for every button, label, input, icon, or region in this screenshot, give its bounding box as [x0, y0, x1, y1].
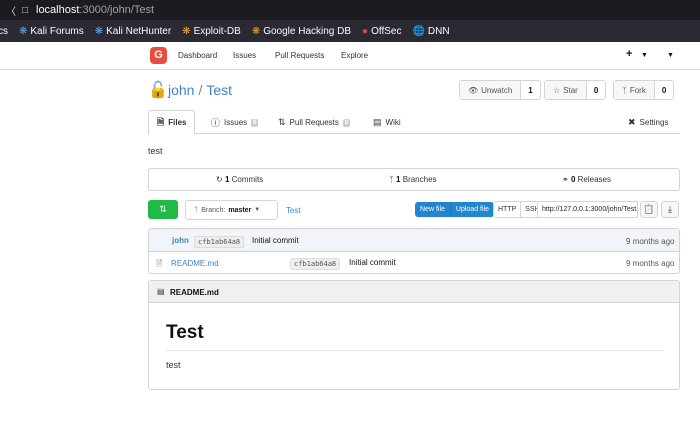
- download-icon: ⤓: [668, 204, 672, 214]
- tab-pull-requests[interactable]: ⇅ Pull Requests 0: [278, 110, 351, 135]
- globe-icon: 🌐: [412, 25, 425, 37]
- tab-settings[interactable]: ✖ Settings: [628, 110, 668, 135]
- bookmarks-bar: cs ❋ Kali Forums ❋ Kali NetHunter ❋ Exploit…: [0, 20, 700, 42]
- upload-file-button[interactable]: Upload file: [449, 202, 494, 217]
- bookmark-exploit-db[interactable]: ❋ Exploit-DB: [182, 26, 241, 37]
- bookmark-offsec[interactable]: ● OffSec: [362, 26, 401, 37]
- branches-stat[interactable]: ᛉ 1 Branches: [389, 175, 437, 184]
- fork-icon: ᛉ: [622, 85, 627, 95]
- clone-url-input[interactable]: http://127.0.0.1:3000/john/Test.git: [537, 201, 638, 218]
- file-commit-sha-link[interactable]: cfb1ab64a8: [290, 258, 341, 270]
- lock-icon: 🔓: [148, 82, 168, 99]
- pull-request-icon: ⇅: [278, 117, 286, 127]
- file-name-link[interactable]: README.md: [171, 259, 219, 268]
- gogs-logo[interactable]: G: [150, 47, 167, 64]
- kali-icon: ❋: [19, 25, 28, 37]
- fork-button[interactable]: ᛉ Fork: [614, 81, 654, 99]
- compare-icon: ⇅: [159, 204, 167, 214]
- eye-icon: 👁: [468, 85, 479, 95]
- file-commit-message[interactable]: Initial commit: [349, 258, 396, 267]
- star-icon: ☆: [553, 85, 561, 95]
- readme-divider: [166, 350, 663, 351]
- list-icon: ▤: [157, 287, 165, 296]
- url-text[interactable]: localhost:3000/john/Test: [36, 4, 154, 16]
- star-button-group[interactable]: ☆ Star 0: [544, 80, 607, 100]
- readme-body: test: [166, 360, 181, 370]
- branch-icon: ᛉ: [194, 206, 199, 214]
- http-button[interactable]: HTTP: [494, 202, 520, 217]
- tag-icon: ⚭: [562, 175, 569, 184]
- download-button[interactable]: ⤓: [661, 201, 679, 218]
- repo-name-link[interactable]: Test: [206, 82, 232, 98]
- bookmark-kali-nethunter[interactable]: ❋ Kali NetHunter: [95, 26, 171, 37]
- fork-count[interactable]: 0: [653, 81, 673, 99]
- offsec-icon: ●: [362, 25, 369, 37]
- history-icon: ↻: [216, 175, 223, 184]
- repo-title-separator: /: [198, 82, 203, 98]
- page-icon: □: [21, 4, 29, 16]
- chevron-down-icon: ▼: [254, 207, 261, 213]
- nav-issues[interactable]: Issues: [233, 51, 256, 60]
- star-count[interactable]: 0: [585, 81, 605, 99]
- commit-author-link[interactable]: john: [172, 236, 189, 245]
- nav-explore[interactable]: Explore: [341, 51, 368, 60]
- bookmark-cs[interactable]: cs: [0, 26, 8, 37]
- exploit-icon: ❋: [182, 25, 191, 37]
- create-new-button[interactable]: +: [626, 48, 632, 60]
- compare-pull-button[interactable]: ⇅: [148, 200, 178, 219]
- book-icon: ▤: [373, 117, 382, 127]
- commit-time: 9 months ago: [626, 237, 675, 246]
- branch-dropdown[interactable]: ᛉ Branch: master ▼: [185, 200, 278, 220]
- back-icon[interactable]: 〈: [4, 3, 18, 18]
- user-menu-chevron-down-icon[interactable]: ▼: [667, 52, 674, 59]
- issues-count-badge: 0: [251, 118, 259, 127]
- repo-title: john / Test: [168, 82, 232, 98]
- bookmark-dnn[interactable]: 🌐 DNN: [412, 26, 449, 37]
- fork-button-group[interactable]: ᛉ Fork 0: [613, 80, 675, 100]
- repo-owner-link[interactable]: john: [168, 82, 194, 98]
- tab-issues[interactable]: ⓘ Issues 0: [211, 110, 259, 135]
- pulls-count-badge: 0: [342, 118, 351, 127]
- browser-url-bar[interactable]: 〈 □ localhost:3000/john/Test: [0, 0, 700, 20]
- ghdb-icon: ❋: [251, 25, 261, 37]
- bookmark-kali-forums[interactable]: ❋ Kali Forums: [19, 26, 84, 37]
- readme-header: [149, 281, 679, 303]
- commits-stat[interactable]: ↻ 1 Commits: [216, 175, 263, 184]
- commit-message[interactable]: Initial commit: [252, 236, 299, 245]
- issue-icon: ⓘ: [211, 118, 221, 128]
- settings-icon: ✖: [628, 117, 636, 127]
- commit-sha-link[interactable]: cfb1ab64a8: [194, 236, 245, 248]
- file-icon: 🗎: [156, 259, 163, 268]
- unwatch-button[interactable]: 👁 Unwatch: [460, 81, 521, 99]
- new-file-button[interactable]: New file: [415, 202, 450, 217]
- watch-button-group[interactable]: 👁 Unwatch 1: [459, 80, 541, 100]
- breadcrumb[interactable]: Test: [286, 206, 301, 215]
- nav-dashboard[interactable]: Dashboard: [178, 51, 217, 60]
- readme-filename: README.md: [170, 288, 219, 297]
- tab-wiki[interactable]: ▤ Wiki: [373, 110, 401, 135]
- file-icon: 🗎: [157, 116, 165, 127]
- readme-heading: Test: [166, 322, 204, 343]
- nav-pull-requests[interactable]: Pull Requests: [275, 51, 324, 60]
- branch-icon: ᛉ: [389, 175, 394, 184]
- bookmark-google-hacking-db[interactable]: ❋ Google Hacking DB: [252, 26, 351, 37]
- file-commit-time: 9 months ago: [626, 259, 675, 268]
- releases-stat[interactable]: ⚭ 0 Releases: [562, 175, 611, 184]
- watch-count[interactable]: 1: [520, 81, 539, 99]
- file-actions-group: New file Upload file: [415, 202, 494, 217]
- repo-description: test: [148, 146, 163, 156]
- kali-icon: ❋: [94, 25, 104, 37]
- copy-icon: 📋: [643, 204, 655, 214]
- star-button[interactable]: ☆ Star: [545, 81, 586, 99]
- copy-clone-url-button[interactable]: 📋: [640, 201, 658, 218]
- chevron-down-icon[interactable]: ▼: [641, 52, 648, 59]
- tab-files[interactable]: 🗎 Files: [148, 110, 196, 135]
